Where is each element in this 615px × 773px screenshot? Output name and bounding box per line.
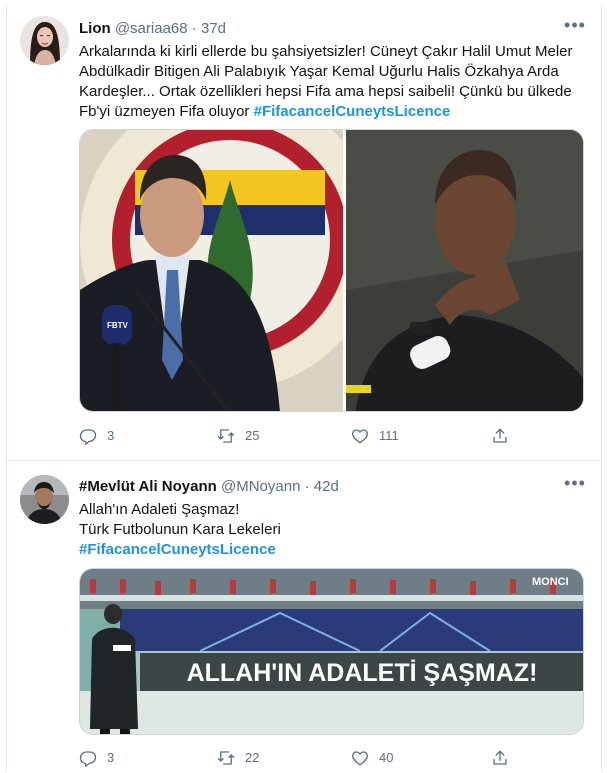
reply-count: 3 bbox=[107, 428, 115, 443]
share-icon bbox=[493, 750, 507, 765]
tweet-text-line: Allah'ın Adaleti Şaşmaz! bbox=[79, 501, 240, 518]
reply-button[interactable]: 3 bbox=[79, 748, 114, 768]
more-icon[interactable]: ••• bbox=[563, 16, 587, 38]
author-name[interactable]: #Mevlüt Ali Noyann bbox=[79, 478, 217, 495]
retweet-button[interactable]: 22 bbox=[217, 748, 259, 768]
separator: · bbox=[191, 20, 197, 37]
avatar[interactable] bbox=[20, 475, 69, 524]
like-count: 111 bbox=[379, 428, 399, 443]
tweet-text-fragment: Fb'yi üzmeyen Fifa oluyor bbox=[79, 103, 254, 120]
tweet[interactable]: #Mevlüt Ali Noyann @MNoyann · 42d ••• Al… bbox=[7, 462, 601, 772]
media-watermark: MONCI bbox=[532, 576, 569, 588]
author-handle[interactable]: @sariaa68 bbox=[115, 20, 188, 37]
like-count: 40 bbox=[379, 750, 394, 765]
tweet-media[interactable]: FBTV bbox=[79, 129, 584, 412]
tweet-text-line: Türk Futbolunun Kara Lekeleri bbox=[79, 521, 281, 538]
reply-icon bbox=[79, 751, 97, 767]
like-icon bbox=[352, 429, 368, 444]
separator: · bbox=[304, 478, 310, 495]
author-name[interactable]: Lion bbox=[79, 20, 111, 37]
tweet-actions: 3 22 40 bbox=[79, 748, 509, 768]
tweet-text-line: Arkalarında ki kirli ellerde bu şahsiyet… bbox=[79, 43, 573, 60]
tweet-media[interactable]: MONCI ALLAH'IN ADALETİ ŞAŞMAZ! bbox=[79, 568, 584, 735]
media-photo: FBTV bbox=[80, 130, 583, 411]
retweet-count: 25 bbox=[245, 428, 260, 443]
retweet-count: 22 bbox=[245, 750, 260, 765]
more-icon[interactable]: ••• bbox=[563, 474, 587, 496]
tweet-header: #Mevlüt Ali Noyann @MNoyann · 42d bbox=[79, 477, 339, 497]
tweet-header: Lion @sariaa68 · 37d bbox=[79, 19, 226, 39]
tweet-actions: 3 25 111 bbox=[79, 426, 509, 446]
share-button[interactable] bbox=[491, 748, 509, 768]
reply-icon bbox=[79, 429, 97, 445]
avatar[interactable] bbox=[20, 16, 69, 65]
timeline: Lion @sariaa68 · 37d ••• Arkalarında ki … bbox=[6, 6, 602, 772]
media-photo: MONCI ALLAH'IN ADALETİ ŞAŞMAZ! bbox=[80, 569, 583, 734]
retweet-button[interactable]: 25 bbox=[217, 426, 259, 446]
tweet-text: Allah'ın Adaleti Şaşmaz! Türk Futbolunun… bbox=[79, 500, 584, 560]
timestamp[interactable]: 37d bbox=[201, 20, 226, 37]
share-button[interactable] bbox=[491, 426, 509, 446]
media-banner-text: ALLAH'IN ADALETİ ŞAŞMAZ! bbox=[187, 659, 538, 687]
like-button[interactable]: 111 bbox=[351, 426, 399, 446]
author-handle[interactable]: @MNoyann bbox=[221, 478, 300, 495]
retweet-icon bbox=[217, 429, 235, 443]
tweet[interactable]: Lion @sariaa68 · 37d ••• Arkalarında ki … bbox=[7, 6, 601, 461]
tweet-text-line: Abdülkadir Bitigen Ali Palabıyık Yaşar K… bbox=[79, 63, 559, 80]
hashtag-link[interactable]: #FifacancelCuneytsLicence bbox=[254, 103, 451, 120]
reply-count: 3 bbox=[107, 750, 115, 765]
like-button[interactable]: 40 bbox=[351, 748, 393, 768]
like-icon bbox=[352, 751, 368, 766]
retweet-icon bbox=[217, 751, 235, 765]
mic-label: FBTV bbox=[107, 321, 129, 330]
timestamp[interactable]: 42d bbox=[314, 478, 339, 495]
hashtag-link[interactable]: #FifacancelCuneytsLicence bbox=[79, 540, 584, 560]
share-icon bbox=[493, 428, 507, 443]
tweet-text-line: Kardeşler... Ortak özellikleri hepsi Fif… bbox=[79, 83, 572, 100]
tweet-text-line: Fb'yi üzmeyen Fifa oluyor #FifacancelCun… bbox=[79, 102, 584, 122]
tweet-text: Arkalarında ki kirli ellerde bu şahsiyet… bbox=[79, 42, 584, 122]
reply-button[interactable]: 3 bbox=[79, 426, 114, 446]
